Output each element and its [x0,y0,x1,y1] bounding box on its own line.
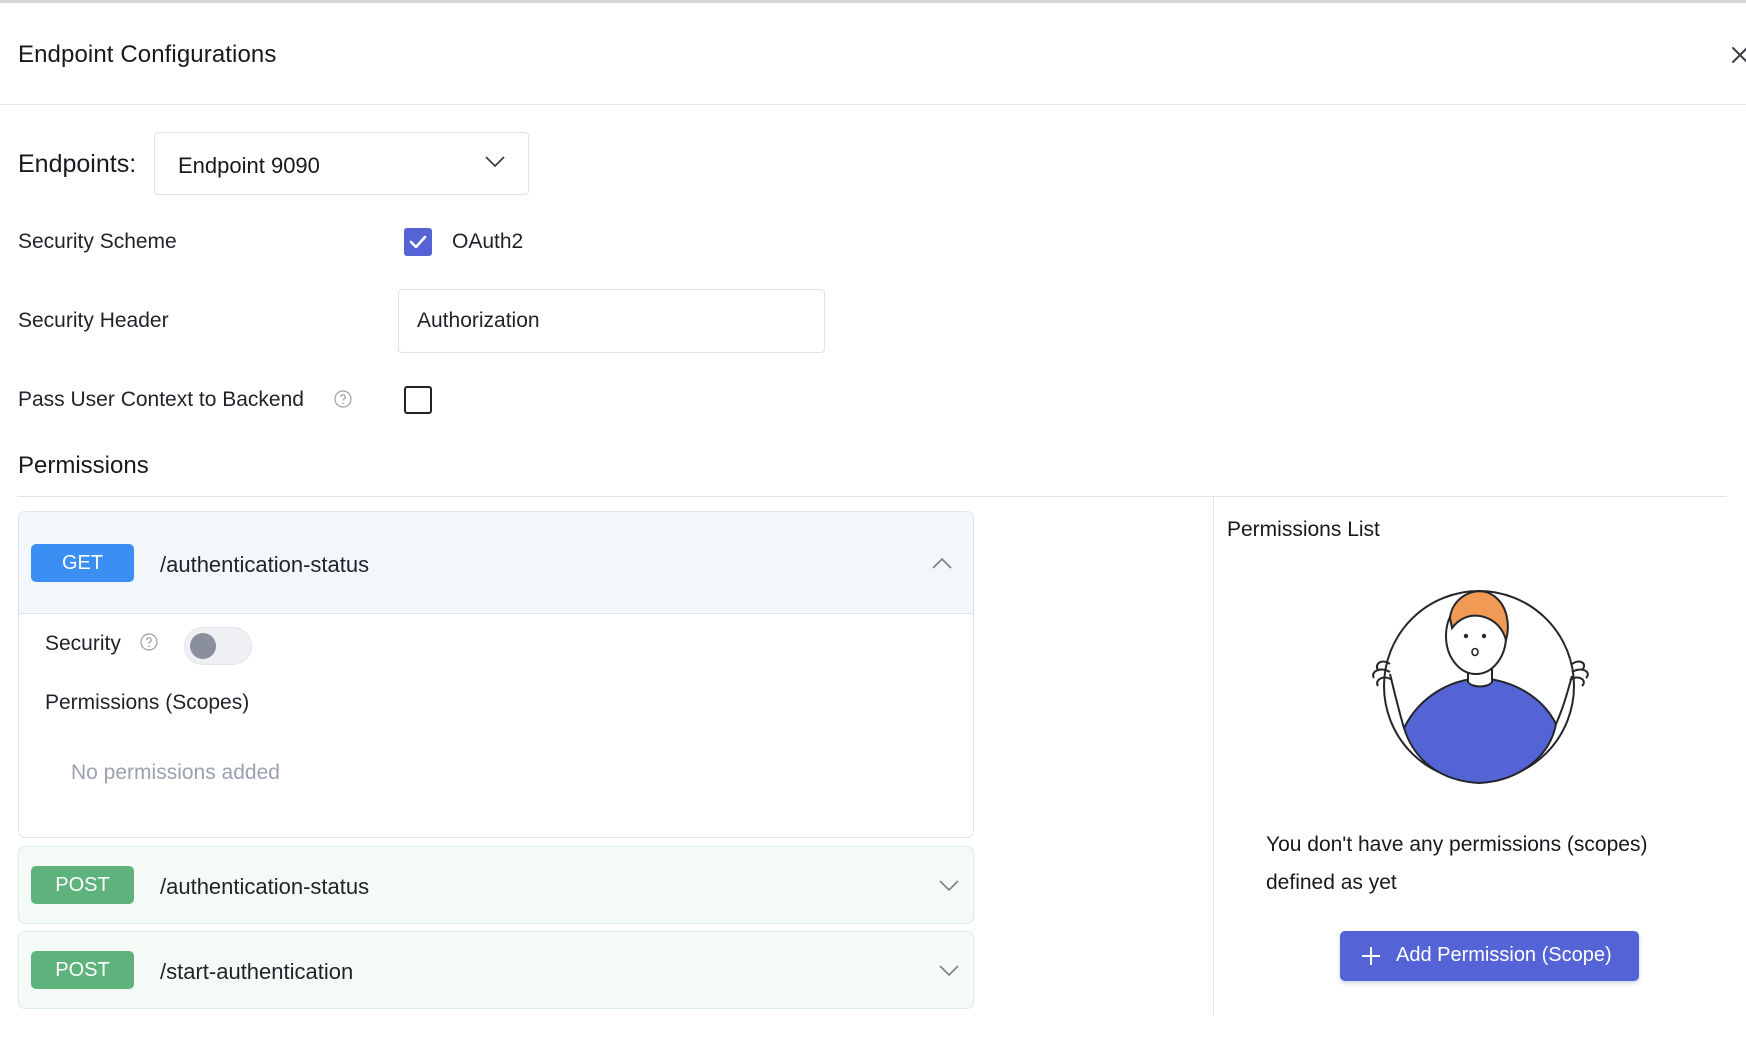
scopes-label: Permissions (Scopes) [45,691,250,714]
resource-path: /authentication-status [160,874,370,899]
dialog-header: Endpoint Configurations [0,3,1746,105]
chevron-down-icon[interactable] [938,879,960,893]
oauth2-label: OAuth2 [452,230,524,253]
endpoint-select-value: Endpoint 9090 [178,153,320,178]
security-toggle[interactable] [184,627,252,665]
resource-get-authentication-status: GET /authentication-status Security Perm… [18,511,974,838]
resource-path: /authentication-status [160,552,370,577]
resource-post-start-authentication[interactable]: POST /start-authentication [18,931,974,1009]
pass-user-context-label: Pass User Context to Backend [18,388,304,411]
security-scheme-label: Security Scheme [18,230,177,253]
dialog-title: Endpoint Configurations [18,41,277,68]
resource-header[interactable]: GET /authentication-status [19,512,973,614]
permissions-title: Permissions [18,452,149,479]
empty-state-illustration [1372,590,1589,785]
method-badge: POST [31,951,134,989]
chevron-down-icon [485,156,505,168]
no-permissions-message: No permissions added [71,761,280,784]
no-permissions-defined-message: You don't have any permissions (scopes) … [1266,833,1648,894]
add-permission-label: Add Permission (Scope) [1396,944,1612,966]
chevron-up-icon[interactable] [931,556,953,570]
permissions-list-title: Permissions List [1227,518,1380,541]
resource-path: /start-authentication [160,959,354,984]
resource-post-authentication-status[interactable]: POST /authentication-status [18,846,974,924]
endpoint-select[interactable]: Endpoint 9090 [154,132,529,195]
toggle-knob [190,633,216,659]
method-badge: GET [31,544,134,582]
check-icon [409,235,427,249]
security-header-input[interactable] [398,289,825,353]
security-header-label: Security Header [18,309,169,332]
vertical-divider [1213,497,1214,1015]
security-label: Security [45,632,121,655]
chevron-down-icon[interactable] [938,964,960,978]
pass-user-context-checkbox[interactable] [404,386,432,414]
help-icon[interactable] [140,633,158,651]
plus-icon [1362,947,1380,965]
oauth2-checkbox[interactable] [404,228,432,256]
permissions-divider [18,496,1726,497]
add-permission-button[interactable]: Add Permission (Scope) [1340,931,1639,981]
help-icon[interactable] [334,390,352,408]
method-badge: POST [31,866,134,904]
endpoints-label: Endpoints: [18,150,137,178]
close-icon[interactable] [1730,45,1746,65]
